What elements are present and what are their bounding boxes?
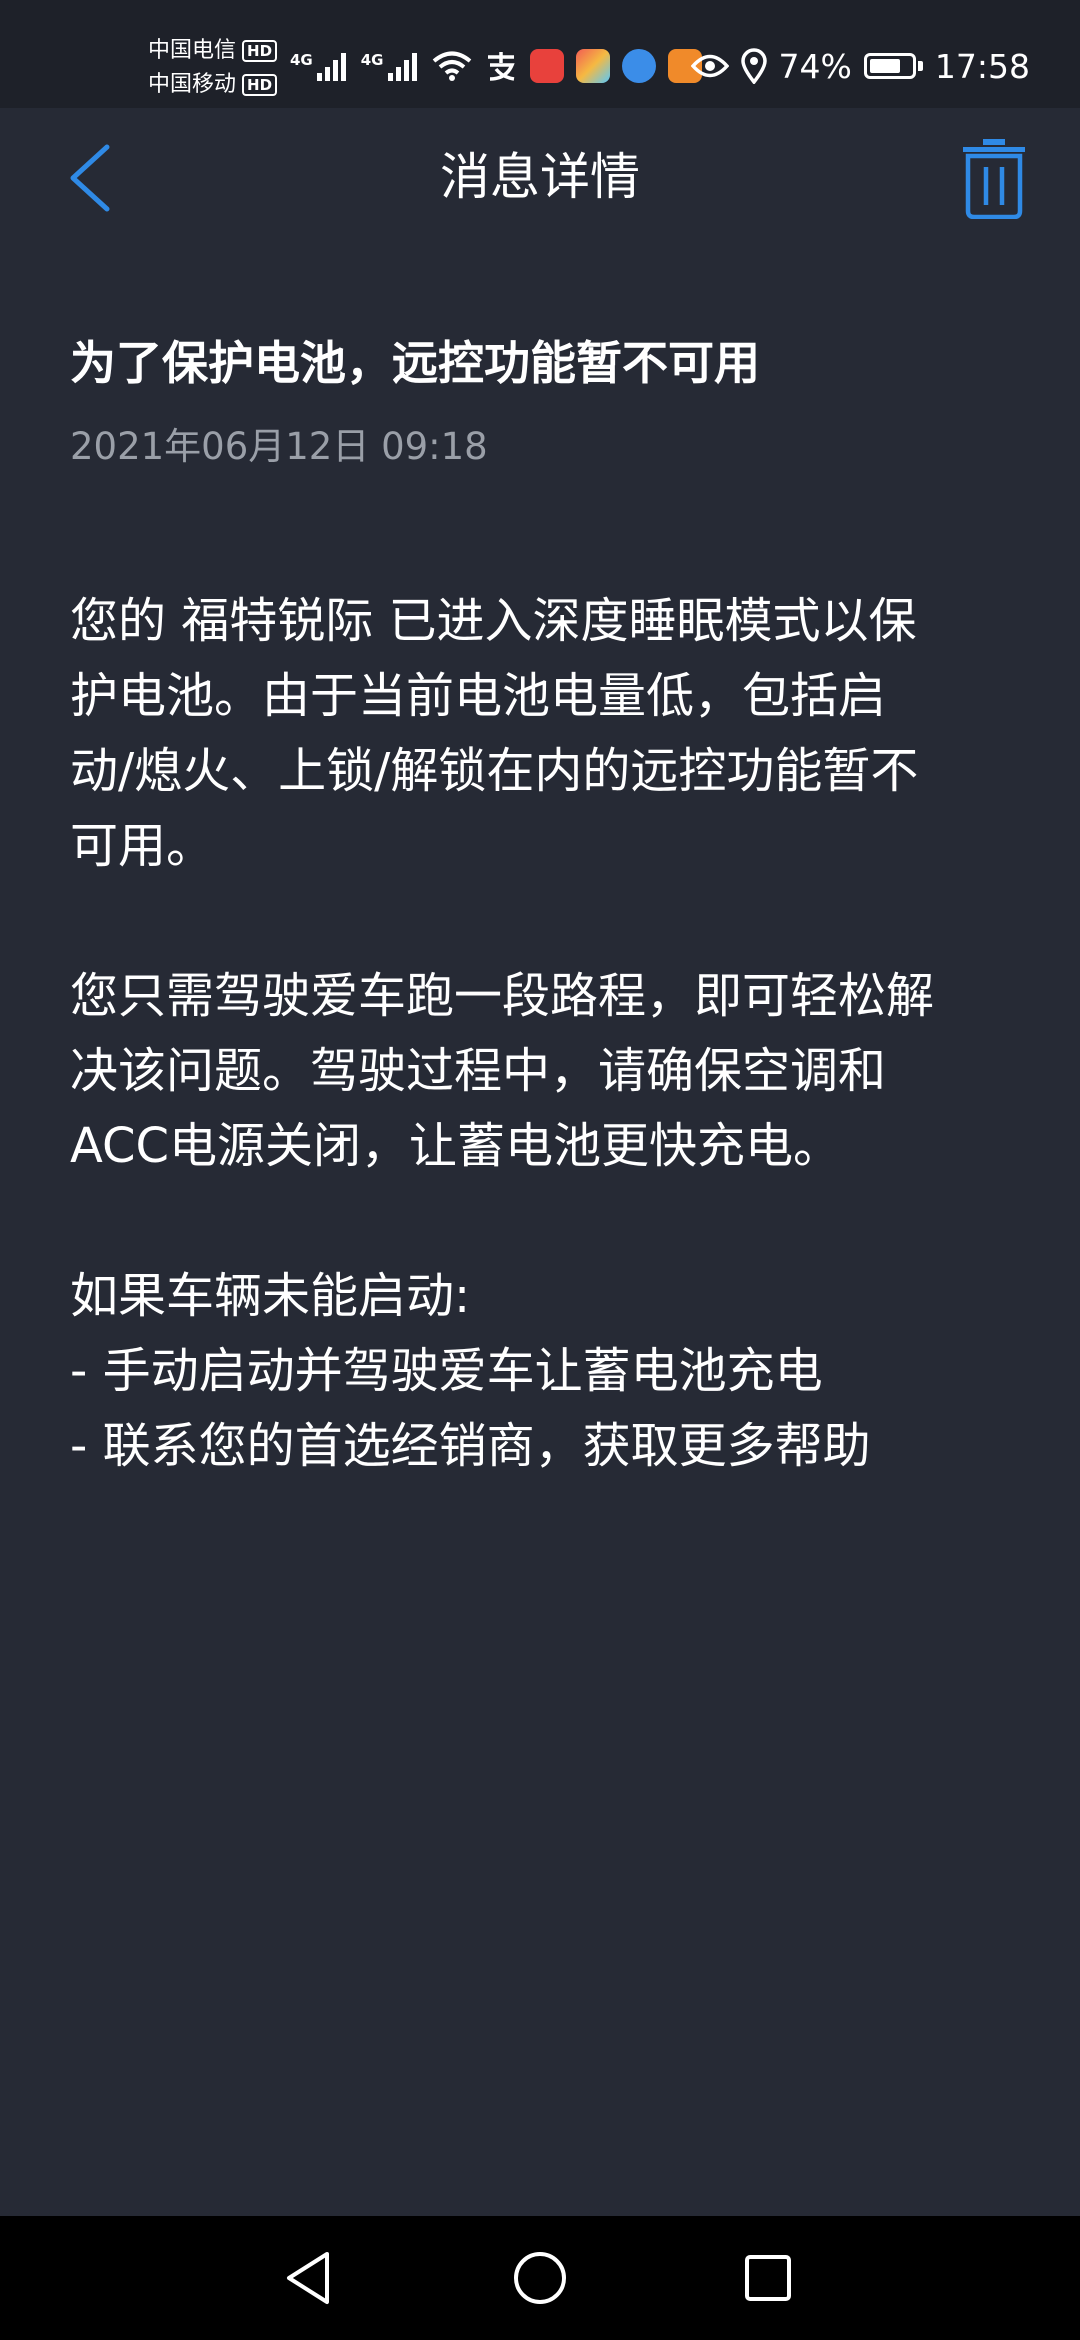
message-body: 您的 福特锐际 已进入深度睡眠模式以保 护电池。由于当前电池电量低，包括启 动/… xyxy=(70,584,1020,1484)
network-2-label: 4G xyxy=(360,51,384,69)
wifi-icon xyxy=(432,51,471,81)
message-paragraph: 您只需驾驶爱车跑一段路程，即可轻松解 决该问题。驾驶过程中，请确保空调和 ACC… xyxy=(70,959,1020,1184)
location-icon xyxy=(740,48,767,84)
message-line: - 联系您的首选经销商，获取更多帮助 xyxy=(70,1418,871,1474)
message-line: 动/熄火、上锁/解锁在内的远控功能暂不 xyxy=(70,743,919,799)
navigation-bar xyxy=(0,2216,1080,2340)
status-bar: 中国电信 HD 中国移动 HD 4G 4G 74% 17:58 xyxy=(0,0,1080,108)
message-line: 决该问题。驾驶过程中，请确保空调和 xyxy=(70,1043,887,1099)
message-line: ACC电源关闭，让蓄电池更快充电。 xyxy=(70,1118,842,1174)
hd-badge: HD xyxy=(242,74,278,96)
signal-1-icon: 4G xyxy=(290,51,349,81)
message-date: 2021年06月12日 09:18 xyxy=(70,425,488,468)
carrier-1-label: 中国电信 xyxy=(148,38,237,63)
app-red-icon xyxy=(529,49,564,83)
nav-back-button[interactable] xyxy=(270,2240,346,2316)
nav-home-button[interactable] xyxy=(502,2240,578,2316)
battery-tip xyxy=(917,61,923,71)
message-line: 护电池。由于当前电池电量低，包括启 xyxy=(70,668,887,724)
message-content: 为了保护电池，远控功能暂不可用 2021年06月12日 09:18 您的 福特锐… xyxy=(70,330,1020,1484)
message-paragraph: 您的 福特锐际 已进入深度睡眠模式以保 护电池。由于当前电池电量低，包括启 动/… xyxy=(70,584,1020,884)
eye-icon xyxy=(690,54,729,78)
triangle-back-icon xyxy=(287,2252,329,2304)
battery-icon xyxy=(863,53,916,79)
network-1-label: 4G xyxy=(290,51,313,69)
battery-percent: 74% xyxy=(778,46,852,86)
delete-button[interactable] xyxy=(952,136,1036,220)
page-title: 消息详情 xyxy=(440,148,640,206)
message-line: 您只需驾驶爱车跑一段路程，即可轻松解 xyxy=(70,968,935,1024)
app-blue-icon xyxy=(621,49,656,83)
square-recents-icon xyxy=(745,2255,791,2301)
clock-time: 17:58 xyxy=(934,46,1030,86)
message-line: 可用。 xyxy=(70,818,215,874)
carrier-info: 中国电信 HD 中国移动 HD xyxy=(148,34,278,102)
carrier-2-label: 中国移动 xyxy=(148,72,237,97)
screen: 中国电信 HD 中国移动 HD 4G 4G 74% 17:58 消息详情 为了保… xyxy=(0,0,1080,2340)
battery-fill xyxy=(869,59,900,73)
status-icons-right: 74% 17:58 xyxy=(690,44,1030,88)
status-icons-left: 4G 4G xyxy=(290,44,702,88)
message-paragraph: 如果车辆未能启动: - 手动启动并驾驶爱车让蓄电池充电 - 联系您的首选经销商，… xyxy=(70,1259,1020,1484)
message-title: 为了保护电池，远控功能暂不可用 xyxy=(70,336,760,390)
header: 消息详情 xyxy=(0,108,1080,248)
circle-home-icon xyxy=(514,2252,566,2304)
trash-icon xyxy=(963,139,1025,219)
nav-recents-button[interactable] xyxy=(730,2240,806,2316)
message-line: - 手动启动并驾驶爱车让蓄电池充电 xyxy=(70,1343,823,1399)
alipay-icon xyxy=(487,52,515,81)
app-colorful-icon xyxy=(575,49,610,83)
message-line: 您的 福特锐际 已进入深度睡眠模式以保 xyxy=(70,593,917,649)
signal-2-icon: 4G xyxy=(361,51,420,81)
message-line: 如果车辆未能启动: xyxy=(70,1268,471,1324)
hd-badge: HD xyxy=(242,40,278,62)
